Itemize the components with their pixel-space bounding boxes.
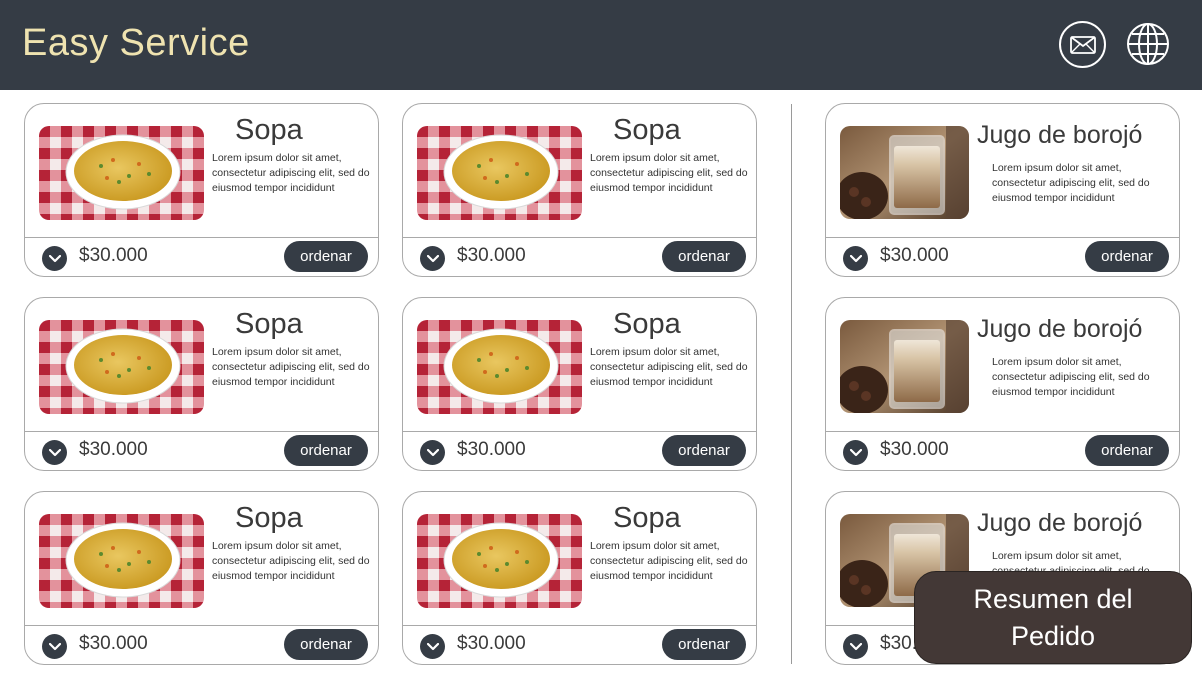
order-button[interactable]: ordenar — [662, 629, 746, 660]
card-divider — [403, 431, 756, 432]
product-card: Sopa Lorem ipsum dolor sit amet, consect… — [402, 297, 757, 471]
product-description: Lorem ipsum dolor sit amet, consectetur … — [212, 152, 370, 194]
product-title: Sopa — [235, 308, 303, 340]
order-button[interactable]: ordenar — [284, 435, 368, 466]
product-description: Lorem ipsum dolor sit amet, consectetur … — [992, 356, 1150, 398]
product-description: Lorem ipsum dolor sit amet, consectetur … — [590, 152, 748, 194]
product-title: Sopa — [235, 502, 303, 534]
soup-image — [39, 320, 204, 414]
soup-image — [39, 514, 204, 608]
product-description: Lorem ipsum dolor sit amet, consectetur … — [212, 540, 370, 582]
order-button[interactable]: ordenar — [662, 241, 746, 272]
order-button[interactable]: ordenar — [1085, 435, 1169, 466]
product-price: $30.000 — [457, 245, 526, 266]
chevron-down-icon[interactable] — [843, 634, 868, 659]
product-title: Sopa — [613, 502, 681, 534]
brand-title: Easy Service — [22, 22, 250, 64]
product-price: $30.000 — [880, 439, 949, 460]
chevron-down-icon[interactable] — [42, 440, 67, 465]
card-divider — [25, 237, 378, 238]
card-divider — [826, 431, 1179, 432]
product-price: $30.000 — [79, 633, 148, 654]
chevron-down-icon[interactable] — [843, 440, 868, 465]
product-title: Sopa — [613, 114, 681, 146]
product-description: Lorem ipsum dolor sit amet, consectetur … — [212, 346, 370, 388]
chevron-down-icon[interactable] — [42, 246, 67, 271]
product-title: Sopa — [235, 114, 303, 146]
chevron-down-icon[interactable] — [843, 246, 868, 271]
card-divider — [25, 625, 378, 626]
juice-image — [840, 320, 969, 413]
order-button[interactable]: ordenar — [662, 435, 746, 466]
product-price: $30.000 — [880, 245, 949, 266]
soup-image — [417, 514, 582, 608]
product-description: Lorem ipsum dolor sit amet, consectetur … — [992, 162, 1150, 204]
soup-image — [39, 126, 204, 220]
product-card: Sopa Lorem ipsum dolor sit amet, consect… — [24, 491, 379, 665]
product-card: Sopa Lorem ipsum dolor sit amet, consect… — [24, 297, 379, 471]
product-title: Sopa — [613, 308, 681, 340]
globe-icon[interactable] — [1126, 22, 1170, 66]
app-header: Easy Service — [0, 0, 1202, 90]
product-description: Lorem ipsum dolor sit amet, consectetur … — [590, 346, 748, 388]
product-price: $30.000 — [79, 439, 148, 460]
order-summary-button[interactable]: Resumen del Pedido — [914, 571, 1192, 664]
mail-icon[interactable] — [1059, 21, 1106, 68]
product-card: Jugo de borojó Lorem ipsum dolor sit ame… — [825, 103, 1180, 277]
product-description: Lorem ipsum dolor sit amet, consectetur … — [590, 540, 748, 582]
product-card: Sopa Lorem ipsum dolor sit amet, consect… — [24, 103, 379, 277]
product-title: Jugo de borojó — [977, 121, 1143, 149]
product-title: Jugo de borojó — [977, 509, 1143, 537]
juice-image — [840, 126, 969, 219]
product-card: Sopa Lorem ipsum dolor sit amet, consect… — [402, 491, 757, 665]
order-button[interactable]: ordenar — [284, 629, 368, 660]
chevron-down-icon[interactable] — [420, 634, 445, 659]
product-price: $30.000 — [79, 245, 148, 266]
card-divider — [826, 237, 1179, 238]
product-price: $30.000 — [457, 439, 526, 460]
chevron-down-icon[interactable] — [420, 440, 445, 465]
chevron-down-icon[interactable] — [42, 634, 67, 659]
card-divider — [403, 237, 756, 238]
product-card: Jugo de borojó Lorem ipsum dolor sit ame… — [825, 297, 1180, 471]
soup-image — [417, 320, 582, 414]
order-button[interactable]: ordenar — [284, 241, 368, 272]
product-card: Sopa Lorem ipsum dolor sit amet, consect… — [402, 103, 757, 277]
soup-image — [417, 126, 582, 220]
card-divider — [403, 625, 756, 626]
card-divider — [25, 431, 378, 432]
order-button[interactable]: ordenar — [1085, 241, 1169, 272]
product-title: Jugo de borojó — [977, 315, 1143, 343]
chevron-down-icon[interactable] — [420, 246, 445, 271]
product-price: $30.000 — [457, 633, 526, 654]
column-divider — [791, 104, 792, 664]
